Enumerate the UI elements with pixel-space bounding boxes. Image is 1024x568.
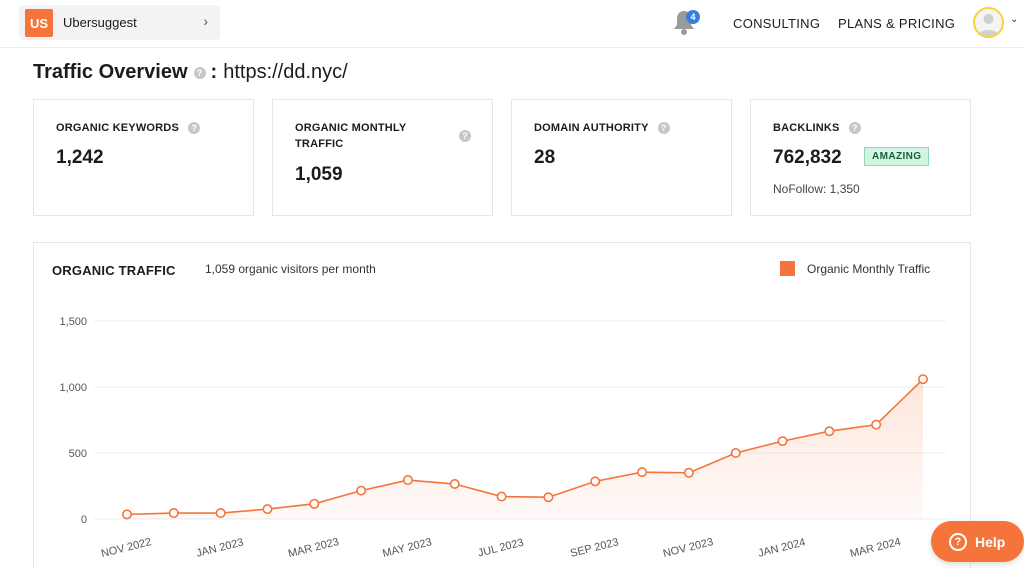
organic-keywords-card: ORGANIC KEYWORDS ? 1,242	[33, 99, 254, 216]
domain-authority-value: 28	[534, 147, 556, 168]
data-point	[309, 498, 320, 509]
x-tick-label: NOV 2023	[662, 536, 715, 560]
organic-traffic-panel: ORGANIC TRAFFIC 1,059 organic visitors p…	[33, 242, 971, 568]
data-point	[402, 475, 413, 486]
y-tick-label: 500	[69, 448, 87, 460]
card-label: BACKLINKS ?	[773, 120, 933, 136]
data-point	[871, 419, 882, 430]
user-icon	[978, 14, 999, 36]
help-button[interactable]: ? Help	[931, 521, 1024, 562]
data-point	[122, 509, 133, 520]
domain-authority-label: DOMAIN AUTHORITY	[534, 122, 649, 134]
project-selector[interactable]: US Ubersuggest ›	[19, 5, 220, 40]
series-area	[127, 379, 923, 519]
backlinks-label: BACKLINKS	[773, 122, 840, 134]
x-tick-label: JUL 2023	[477, 537, 525, 560]
question-icon: ?	[949, 532, 967, 551]
project-name: Ubersuggest	[63, 15, 137, 30]
organic-monthly-traffic-value: 1,059	[295, 164, 343, 185]
card-label: DOMAIN AUTHORITY ?	[534, 120, 694, 136]
data-point	[917, 374, 928, 385]
title-colon: :	[210, 61, 218, 83]
organic-keywords-value: 1,242	[56, 147, 104, 168]
y-tick-label: 1,000	[59, 382, 87, 394]
domain-authority-card: DOMAIN AUTHORITY ? 28	[511, 99, 732, 216]
organic-monthly-traffic-label: ORGANIC MONTHLY TRAFFIC	[295, 122, 407, 150]
page-title: Traffic Overview ? : https://dd.nyc/	[33, 61, 348, 84]
data-point	[449, 479, 460, 490]
data-point	[262, 504, 273, 515]
y-tick-label: 0	[81, 514, 87, 526]
info-icon[interactable]: ?	[657, 122, 670, 134]
data-point	[824, 426, 835, 437]
x-tick-label: MAR 2024	[849, 536, 902, 560]
data-point	[730, 448, 741, 459]
domain-url: https://dd.nyc/	[223, 61, 348, 83]
data-point	[356, 485, 367, 496]
nav-plans-pricing-link[interactable]: PLANS & PRICING	[838, 16, 955, 31]
info-icon[interactable]: ?	[188, 122, 201, 134]
info-icon[interactable]: ?	[193, 66, 206, 79]
help-label: Help	[975, 533, 1006, 550]
data-point	[683, 467, 694, 478]
nofollow-count: NoFollow: 1,350	[773, 182, 860, 196]
chevron-down-icon[interactable]: ⌄	[1010, 14, 1018, 25]
backlinks-value: 762,832	[773, 147, 842, 168]
data-point	[777, 436, 788, 447]
data-point	[215, 508, 226, 519]
status-badge: AMAZING	[864, 147, 930, 166]
info-icon[interactable]: ?	[848, 122, 861, 134]
x-tick-label: NOV 2022	[100, 536, 153, 560]
organic-monthly-traffic-card: ORGANIC MONTHLY TRAFFIC ? 1,059	[272, 99, 493, 216]
card-label: ORGANIC KEYWORDS ?	[56, 120, 216, 136]
x-tick-label: JAN 2023	[195, 536, 245, 559]
data-point	[590, 476, 601, 487]
organic-keywords-label: ORGANIC KEYWORDS	[56, 122, 179, 134]
organic-traffic-chart: 0 500 1,000 1,500 NOV 2022 JAN 2023 MAR 2023 MA…	[59, 316, 946, 560]
top-bar: US Ubersuggest › 4 CONSULTING PLANS & PR…	[0, 0, 1024, 48]
data-point	[543, 492, 554, 503]
data-point	[168, 508, 179, 519]
info-icon[interactable]: ?	[459, 130, 471, 142]
nav-consulting-link[interactable]: CONSULTING	[733, 16, 820, 31]
y-tick-label: 1,500	[59, 316, 87, 328]
chevron-right-icon: ›	[203, 13, 208, 29]
data-point	[496, 491, 507, 502]
x-tick-label: SEP 2023	[569, 536, 620, 560]
backlinks-card: BACKLINKS ? 762,832 AMAZING NoFollow: 1,…	[750, 99, 971, 216]
x-tick-label: MAY 2023	[381, 536, 433, 560]
page-title-text: Traffic Overview	[33, 61, 188, 83]
x-tick-label: MAR 2023	[287, 536, 340, 560]
avatar[interactable]	[973, 7, 1004, 38]
ubersuggest-logo: US	[25, 9, 53, 37]
x-tick-label: JAN 2024	[757, 536, 807, 559]
data-point	[637, 467, 648, 478]
notification-count-badge: 4	[686, 10, 700, 24]
